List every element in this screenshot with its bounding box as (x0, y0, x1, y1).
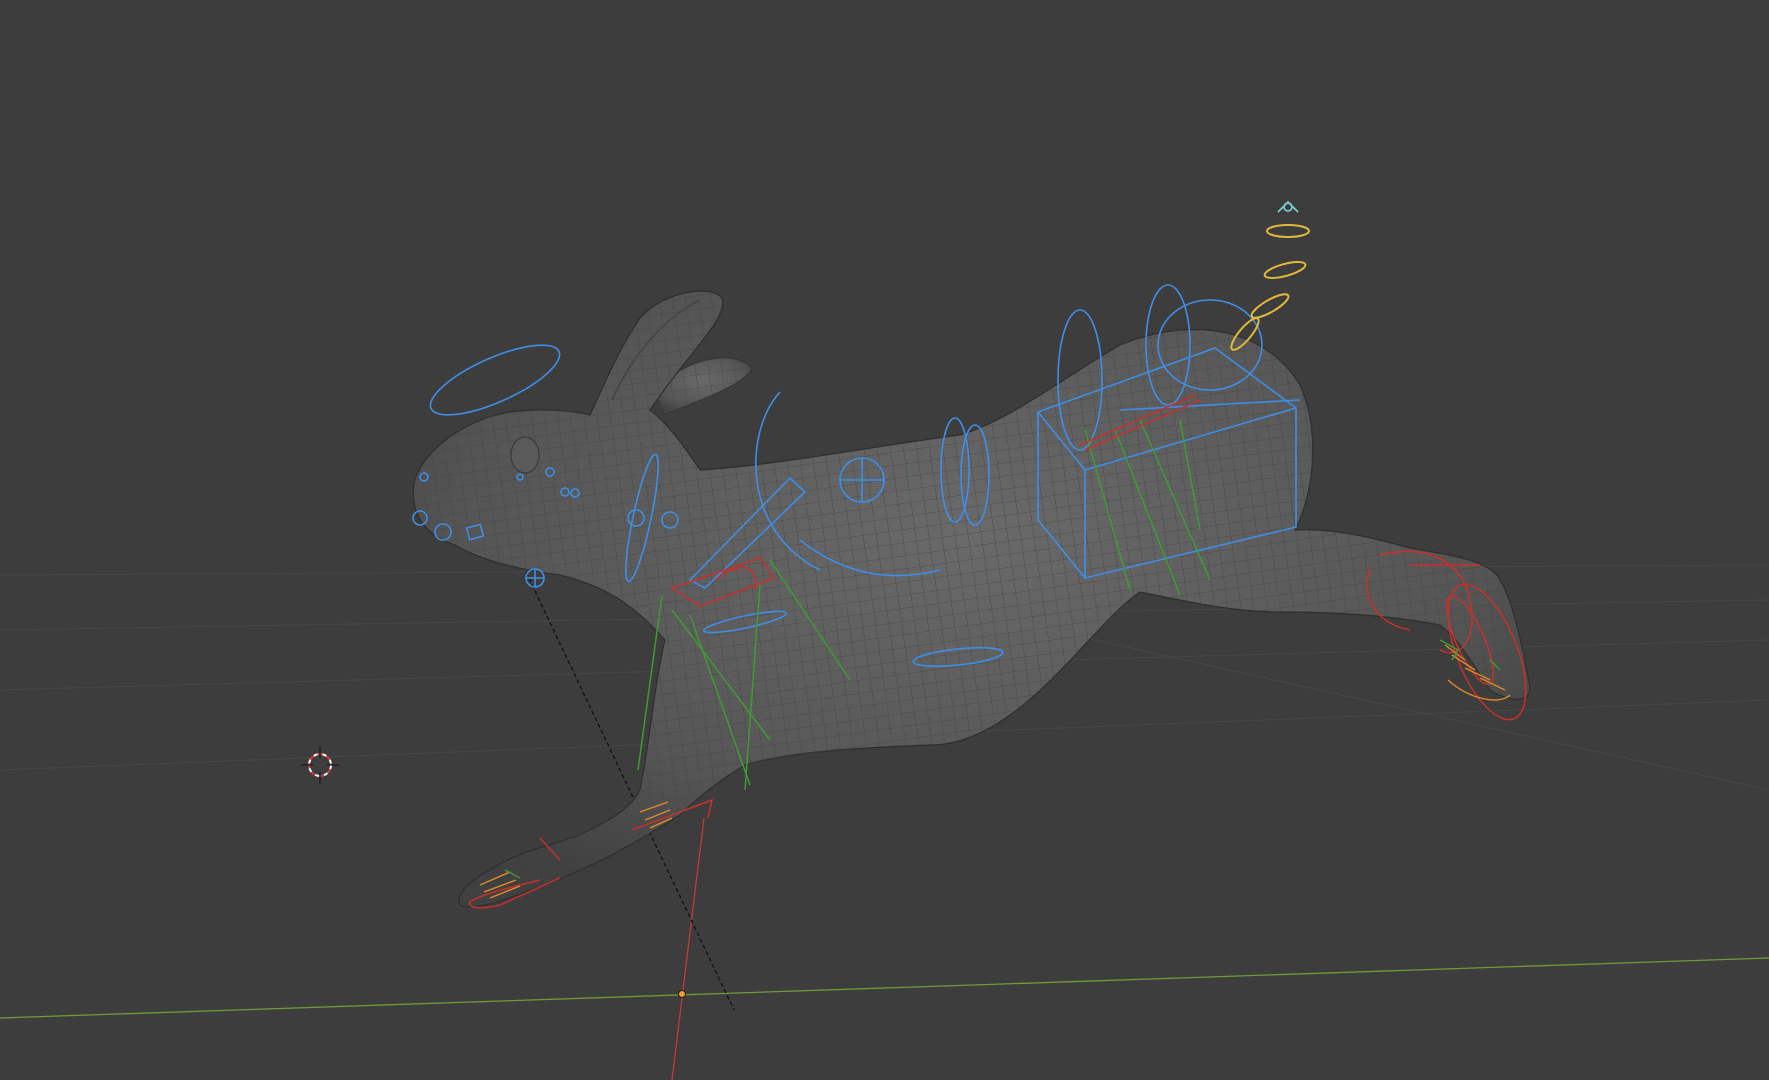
tail-controls[interactable] (1228, 200, 1310, 353)
3d-viewport[interactable] (0, 0, 1769, 1080)
origin-point-icon[interactable] (678, 990, 686, 998)
x-axis-line (671, 817, 705, 1080)
3d-cursor-icon[interactable] (301, 746, 339, 784)
rabbit-mesh[interactable] (412, 290, 1531, 908)
viewport-canvas[interactable] (0, 0, 1769, 1080)
y-axis-line (0, 957, 1769, 1019)
rabbit-eye (510, 436, 540, 474)
